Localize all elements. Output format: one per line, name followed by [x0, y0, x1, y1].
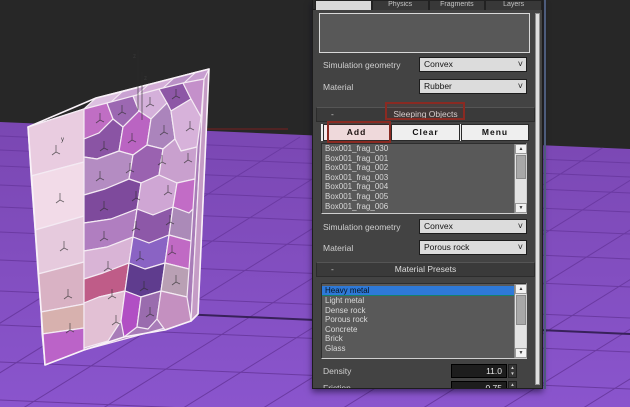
gizmo-z-label: z: [133, 54, 136, 60]
tab-fragments[interactable]: Fragments: [428, 0, 486, 10]
rigid-objects-list-empty[interactable]: [319, 13, 530, 53]
sleeping-sim-geometry-dropdown[interactable]: Convex ˅: [419, 219, 527, 234]
list-item[interactable]: Glass: [322, 344, 526, 354]
scrollbar[interactable]: ▲ ▼: [514, 144, 527, 213]
list-item[interactable]: Box001_frag_005: [322, 192, 526, 202]
scroll-down-icon[interactable]: ▼: [515, 348, 527, 358]
friction-field[interactable]: 0.75: [451, 381, 507, 388]
list-item[interactable]: Box001_frag_006: [322, 202, 526, 212]
density-label: Density: [323, 366, 352, 376]
list-item[interactable]: Concrete: [322, 325, 526, 335]
list-item[interactable]: Box001_frag_003: [322, 173, 526, 183]
scrollbar-thumb[interactable]: [516, 295, 526, 325]
sim-geometry-label: Simulation geometry: [323, 60, 401, 70]
screenshot-stage: z z y Physics Fragments Layers Simulatio…: [0, 0, 630, 407]
density-spinner[interactable]: ▲ ▼: [508, 364, 517, 378]
tab-objects-selected[interactable]: [315, 0, 372, 10]
wall-front-fragments: [83, 78, 205, 349]
rayfire-physics-panel: Physics Fragments Layers Simulation geom…: [312, 0, 543, 389]
list-item[interactable]: Light metal: [322, 296, 526, 306]
material-presets-rollout-header[interactable]: - Material Presets: [316, 262, 535, 277]
chevron-down-icon: ˅: [517, 81, 523, 91]
panel-tab-bar: Physics Fragments Layers: [313, 0, 542, 10]
collapse-minus-icon[interactable]: -: [331, 263, 334, 276]
sleeping-sim-geometry-label: Simulation geometry: [323, 222, 401, 232]
material-value: Rubber: [424, 81, 452, 91]
spinner-down-icon[interactable]: ▼: [509, 371, 516, 377]
friction-label: Friction: [323, 383, 351, 389]
density-field[interactable]: 11.0: [451, 364, 507, 378]
annotation-box-sleeping-objects: [385, 102, 465, 120]
list-item[interactable]: Box001_frag_001: [322, 154, 526, 164]
collapse-minus-icon[interactable]: -: [331, 108, 334, 121]
sleeping-material-label: Material: [323, 243, 354, 253]
friction-spinner[interactable]: ▲ ▼: [508, 381, 517, 389]
chevron-down-icon: ˅: [517, 221, 523, 231]
list-item[interactable]: Brick: [322, 334, 526, 344]
gizmo-y-label: y: [61, 137, 64, 143]
sleeping-objects-list[interactable]: Box001_frag_030 Box001_frag_001 Box001_f…: [321, 143, 527, 214]
material-presets-list[interactable]: Heavy metal Light metal Dense rock Porou…: [321, 283, 527, 359]
sleeping-material-dropdown[interactable]: Porous rock ˅: [419, 240, 527, 255]
scrollbar-thumb[interactable]: [516, 155, 526, 179]
tab-physics[interactable]: Physics: [371, 0, 429, 10]
spinner-down-icon[interactable]: ▼: [509, 388, 516, 389]
chevron-down-icon: ˅: [517, 242, 523, 252]
sim-geometry-value: Convex: [424, 59, 453, 69]
list-item[interactable]: Box001_frag_030: [322, 144, 526, 154]
gizmo-z-label-2: z: [144, 76, 147, 82]
panel-scrollbar[interactable]: [535, 13, 540, 385]
sleeping-sim-geometry-value: Convex: [424, 221, 453, 231]
material-label: Material: [323, 82, 354, 92]
viewport-border-line: [544, 0, 546, 389]
sleeping-material-value: Porous rock: [424, 242, 470, 252]
scroll-up-icon[interactable]: ▲: [515, 284, 527, 294]
annotation-box-add-button: [327, 121, 391, 143]
material-dropdown[interactable]: Rubber ˅: [419, 79, 527, 94]
sim-geometry-dropdown[interactable]: Convex ˅: [419, 57, 527, 72]
list-item[interactable]: Dense rock: [322, 306, 526, 316]
clear-button[interactable]: Clear: [391, 124, 460, 141]
menu-button[interactable]: Menu: [461, 124, 529, 141]
tab-layers[interactable]: Layers: [485, 0, 542, 10]
list-item[interactable]: Porous rock: [322, 315, 526, 325]
scroll-down-icon[interactable]: ▼: [515, 203, 527, 213]
material-presets-title: Material Presets: [394, 264, 457, 274]
list-item[interactable]: Box001_frag_002: [322, 163, 526, 173]
list-item[interactable]: Box001_frag_004: [322, 182, 526, 192]
scroll-up-icon[interactable]: ▲: [515, 144, 527, 154]
chevron-down-icon: ˅: [517, 59, 523, 69]
scrollbar[interactable]: ▲ ▼: [514, 284, 527, 358]
list-item-selected[interactable]: Heavy metal: [322, 286, 526, 296]
